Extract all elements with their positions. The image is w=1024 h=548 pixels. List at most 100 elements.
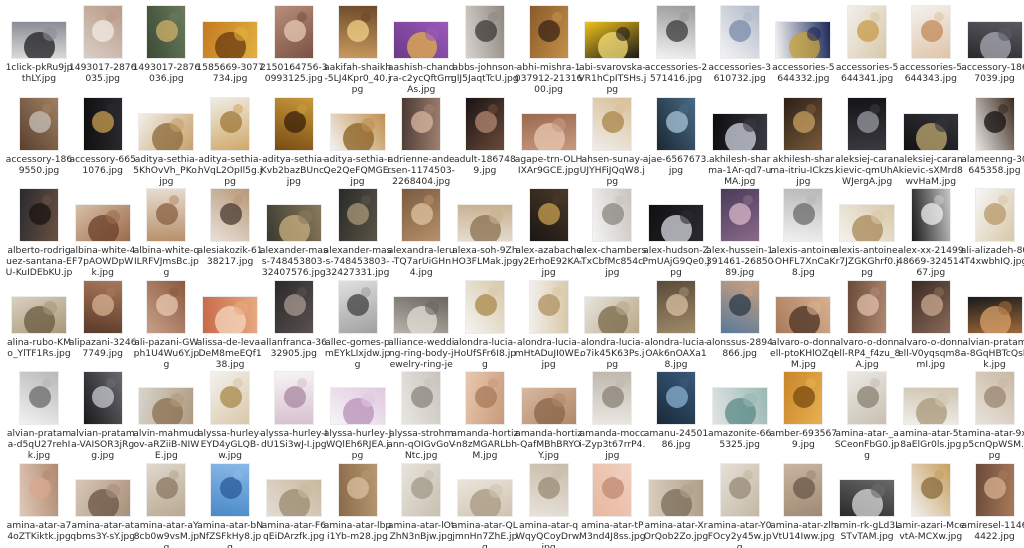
file-item[interactable]: alondra-lucia-o7ik45K63Ps.jpg [580, 280, 644, 380]
image-thumbnail[interactable] [210, 371, 251, 425]
file-item[interactable]: alyssa-hurley-JWQlEh6RJEA.jpg [324, 371, 391, 471]
image-thumbnail[interactable] [74, 204, 131, 242]
image-thumbnail[interactable] [273, 5, 314, 59]
file-item[interactable]: amiresel-11464422.jpg [961, 462, 1024, 548]
file-item[interactable]: amina-atar-XrOrQob2Zo.jpg [644, 463, 708, 548]
file-item[interactable]: amir-azari-McevtA-MCXw.jpg [897, 462, 965, 548]
file-item[interactable]: accessory-6651076.jpg [69, 96, 136, 197]
file-item[interactable]: alliance-wedding-ring-body-jewelry-ring-… [388, 280, 454, 380]
image-thumbnail[interactable] [265, 478, 322, 517]
image-thumbnail[interactable] [719, 188, 760, 242]
image-thumbnail[interactable] [11, 295, 67, 334]
image-thumbnail[interactable] [210, 96, 251, 151]
image-thumbnail[interactable] [337, 279, 378, 334]
image-thumbnail[interactable] [401, 462, 442, 517]
image-thumbnail[interactable] [329, 112, 386, 151]
file-item[interactable]: adrienne-andersen-1174503-2268404.jpg [387, 96, 455, 197]
image-thumbnail[interactable] [273, 371, 314, 425]
file-item[interactable]: accessories-3610732.jpg [708, 5, 772, 105]
file-item[interactable]: amina-atar-9xp5cnQpWSM.jpg [962, 371, 1024, 471]
image-thumbnail[interactable] [783, 96, 824, 151]
image-thumbnail[interactable] [393, 21, 450, 59]
file-item[interactable]: allec-gomes-pmEYkLIxjdw.jpg [325, 279, 390, 380]
file-item[interactable]: alyssa-strohmann-qOIGvGoVNtc.jpg [387, 371, 455, 471]
file-item[interactable]: alex-azabache-y2ErhoE92KA.jpg [515, 188, 582, 288]
file-item[interactable]: amazonite-665325.jpg [708, 371, 772, 471]
file-item[interactable]: ahsen-sunay-UJYHFiJQqW8.jpg [580, 96, 645, 197]
image-thumbnail[interactable] [783, 188, 824, 242]
file-item[interactable]: aashish-chandra-c2ycQftGmAs.jpg [388, 5, 454, 105]
file-item[interactable]: accessory-1869550.jpg [6, 96, 72, 197]
image-thumbnail[interactable] [520, 112, 577, 151]
image-thumbnail[interactable] [902, 387, 959, 425]
image-thumbnail[interactable] [202, 21, 259, 59]
image-thumbnail[interactable] [210, 462, 251, 517]
image-thumbnail[interactable] [656, 279, 696, 334]
image-thumbnail[interactable] [839, 478, 896, 517]
file-item[interactable]: alameenng-30645358.jpg [961, 96, 1024, 197]
image-thumbnail[interactable] [656, 96, 696, 151]
image-thumbnail[interactable] [584, 21, 641, 59]
file-item[interactable]: 2150164756-30993125.jpg [260, 5, 328, 105]
file-item[interactable]: ali-alizadeh-80-T4xwbhIQ.jpg [961, 188, 1024, 288]
file-item[interactable]: alina-rubo-KMo_YlTF1Rs.jpg [7, 280, 71, 380]
file-item[interactable]: alexander-mass-748453803-32427331.jpg [324, 188, 391, 288]
file-item[interactable]: accessories-5644332.jpg [771, 5, 835, 105]
image-thumbnail[interactable] [456, 478, 513, 517]
image-thumbnail[interactable] [19, 188, 59, 242]
image-thumbnail[interactable] [656, 5, 696, 59]
image-thumbnail[interactable] [82, 279, 123, 334]
image-thumbnail[interactable] [138, 112, 195, 151]
file-item[interactable]: aleksiej-carankievic-qmUhAWJergA.jpg [835, 96, 899, 197]
image-thumbnail[interactable] [528, 462, 569, 517]
image-thumbnail[interactable] [910, 5, 951, 59]
file-item[interactable]: accessories-5644343.jpg [899, 5, 963, 105]
file-item[interactable]: 1click-pkRu9jpthLY.jpg [6, 5, 72, 105]
file-item[interactable]: aditya-sethia-5KhOvVh_PKo.jpg [133, 97, 200, 197]
file-item[interactable]: amina-atar-F6qEiDArzfk.jpg [262, 463, 326, 548]
image-thumbnail[interactable] [847, 279, 888, 334]
file-item[interactable]: amina-atar-atqbms3Y-sY.jpg [70, 463, 135, 548]
image-thumbnail[interactable] [648, 204, 704, 242]
file-item[interactable]: alvaro-o-donnell-V0yqsqm8-mI.jpg [898, 279, 964, 380]
image-thumbnail[interactable] [711, 387, 768, 425]
image-thumbnail[interactable] [11, 21, 67, 59]
image-thumbnail[interactable] [783, 462, 824, 517]
file-item[interactable]: akhilesh-sharma-1Ar-qd7-uMA.jpg [708, 97, 772, 197]
image-thumbnail[interactable] [337, 188, 378, 242]
image-thumbnail[interactable] [19, 96, 59, 151]
file-item[interactable]: alvian-pratama-VAISOR3jRgg.jpg [71, 371, 135, 471]
image-thumbnail[interactable] [82, 371, 123, 425]
file-item[interactable]: albina-white-qILRFVJmsBc.jpg [134, 188, 199, 288]
image-thumbnail[interactable] [902, 112, 959, 151]
file-item[interactable]: agape-trn-OLHIXAr9GCE.jpg [515, 97, 582, 197]
file-item[interactable]: aakifah-shaikh-5LJ4Kpr0_40.jpg [324, 5, 391, 105]
file-item[interactable]: alondra-lucia-mHtADuJI0WE.jpg [515, 279, 582, 380]
image-thumbnail[interactable] [775, 21, 832, 59]
file-item[interactable]: amanu-2450186.jpg [644, 371, 708, 471]
image-thumbnail[interactable] [329, 387, 386, 425]
file-item[interactable]: amanda-hortiz-n8zMGARLbhM.jpg [451, 371, 518, 471]
image-thumbnail[interactable] [910, 188, 951, 242]
image-thumbnail[interactable] [592, 462, 633, 517]
file-item[interactable]: alipazani-32467749.jpg [69, 279, 137, 380]
file-item[interactable]: amina-atar-Y0FOcy2y45w.jpg [708, 462, 772, 548]
image-thumbnail[interactable] [464, 5, 505, 59]
file-item[interactable]: amina-atar-QLjmnHn7ZhE.jpg [452, 463, 518, 548]
image-thumbnail[interactable] [974, 462, 1015, 517]
image-thumbnail[interactable] [910, 279, 951, 334]
file-item[interactable]: amina-atar-bNNfZSFkHy8.jpg [197, 462, 263, 548]
file-item[interactable]: alberto-rodriguez-santana-EU-KuIDEbKU.jp… [6, 188, 72, 288]
image-thumbnail[interactable] [974, 188, 1015, 242]
file-item[interactable]: alvian-pratama-d5qU27rehIk.jpg [7, 371, 71, 471]
file-item[interactable]: amina-atar-_aSCeonFbG0.jpg [835, 371, 899, 471]
file-item[interactable]: abbs-johnson-glJ5JaqtTcU.jpg [451, 5, 519, 105]
image-thumbnail[interactable] [910, 462, 951, 517]
image-thumbnail[interactable] [273, 279, 314, 334]
image-thumbnail[interactable] [839, 204, 896, 242]
image-thumbnail[interactable] [592, 96, 633, 151]
file-item[interactable]: alondra-lucia-HoUfSFr6I8.jpg [453, 279, 517, 380]
image-thumbnail[interactable] [273, 96, 314, 151]
image-thumbnail[interactable] [775, 295, 832, 334]
file-item[interactable]: 1493017-2876036.jpg [133, 5, 200, 105]
